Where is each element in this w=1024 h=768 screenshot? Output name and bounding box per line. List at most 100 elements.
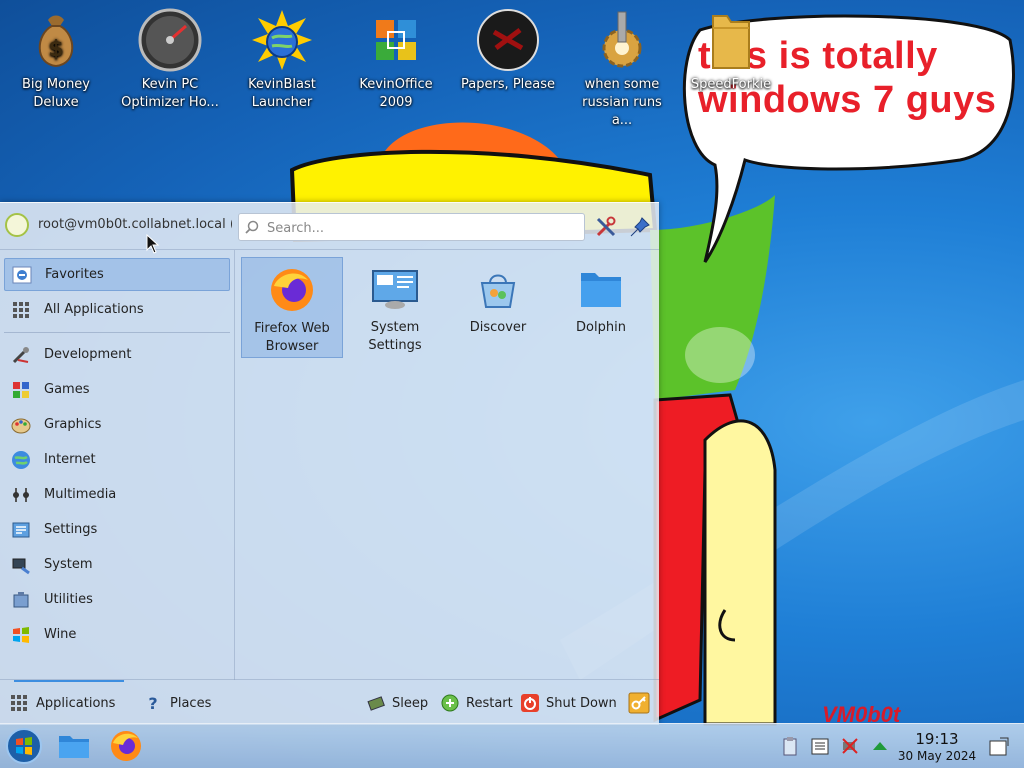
clock-time: 19:13 [915, 730, 959, 748]
tab-places[interactable]: ? Places [144, 680, 211, 726]
category-label: Favorites [45, 267, 104, 282]
user-name: root@vm0b0t.collabnet.local (... [38, 217, 232, 232]
chevron-up-icon[interactable] [870, 736, 890, 756]
graphics-icon [11, 418, 31, 433]
start-menu-icon[interactable] [6, 728, 42, 764]
taskbar: 19:13 30 May 2024 [0, 723, 1024, 768]
app-label: System Settings [368, 320, 422, 353]
desktop-icon-label: Big Money Deluxe [21, 77, 90, 110]
restart-button[interactable]: Restart [440, 692, 513, 714]
category-internet[interactable]: Internet [4, 443, 230, 476]
desktop-icon-label: SpeedForkie [690, 77, 772, 92]
category-label: All Applications [44, 302, 144, 317]
app-discover[interactable]: Discover [447, 257, 549, 358]
tab-label: Places [170, 695, 212, 711]
utilities-icon [13, 591, 29, 607]
category-label: Internet [44, 452, 96, 467]
svg-text:?: ? [148, 694, 157, 712]
category-label: Graphics [44, 417, 102, 432]
grid-icon [11, 695, 27, 711]
desktop-icon-label: Papers, Please [460, 77, 556, 92]
category-label: Multimedia [44, 487, 117, 502]
desktop-icon-big-money[interactable]: $ Big Money Deluxe [4, 8, 108, 112]
category-utilities[interactable]: Utilities [4, 583, 230, 616]
papers-please-icon [477, 9, 539, 71]
tab-label: Applications [36, 695, 116, 711]
file-manager-icon[interactable] [56, 728, 92, 764]
network-disconnected-icon[interactable] [840, 736, 860, 756]
search-input[interactable] [265, 217, 579, 239]
category-settings[interactable]: Settings [4, 513, 230, 546]
app-dolphin[interactable]: Dolphin [550, 257, 652, 358]
notes-icon[interactable] [810, 736, 830, 756]
search-box[interactable] [238, 213, 585, 241]
configure-icon[interactable] [594, 215, 618, 239]
desktop-icon-russian-runs[interactable]: when some russian runs a... [570, 8, 674, 130]
clipboard-icon[interactable] [780, 736, 800, 756]
desktop-icon-label: Kevin PC Optimizer Ho... [121, 77, 219, 110]
desktop-icon-label: KevinBlast Launcher [248, 77, 316, 110]
desktop-icon-speedforkie[interactable]: SpeedForkie [676, 8, 786, 94]
category-graphics[interactable]: Graphics [4, 408, 230, 441]
desktop-icon-kevinoffice[interactable]: KevinOffice 2009 [344, 8, 448, 112]
money-bag-icon: $ [38, 15, 74, 68]
category-label: System [44, 557, 93, 572]
folder-icon [712, 15, 750, 69]
desktop-icon-papers-please[interactable]: Papers, Please [456, 8, 560, 94]
firefox-icon [271, 269, 313, 311]
system-settings-icon [372, 270, 418, 309]
avatar[interactable] [5, 213, 29, 237]
development-icon [12, 346, 29, 363]
category-label: Wine [44, 627, 77, 642]
category-label: Utilities [44, 592, 93, 607]
show-desktop-icon[interactable] [988, 736, 1010, 758]
category-development[interactable]: Development [4, 338, 230, 371]
svg-text:$: $ [48, 37, 63, 62]
sleep-icon [367, 696, 385, 711]
category-list: Favorites All Applications Development G… [0, 250, 235, 680]
star-icon [12, 266, 32, 283]
shutdown-button[interactable]: Shut Down [520, 692, 617, 714]
games-icon [13, 381, 29, 398]
category-label: Games [44, 382, 90, 397]
category-favorites[interactable]: Favorites [4, 258, 230, 291]
category-all-applications[interactable]: All Applications [4, 293, 230, 326]
category-games[interactable]: Games [4, 373, 230, 406]
app-firefox[interactable]: Firefox Web Browser [241, 257, 343, 358]
launcher-header: root@vm0b0t.collabnet.local (... [0, 203, 659, 250]
app-system-settings[interactable]: System Settings [344, 257, 446, 358]
shutdown-label: Shut Down [546, 695, 617, 711]
app-label: Firefox Web Browser [254, 321, 330, 354]
launcher-footer: Applications ? Places Sleep Restart Shut… [0, 679, 659, 726]
dolphin-folder-icon [581, 273, 621, 307]
favorites-grid: Firefox Web Browser System Settings Disc… [235, 250, 659, 680]
wine-icon [13, 626, 29, 643]
category-label: Settings [44, 522, 98, 537]
category-separator [4, 332, 230, 333]
restart-icon [441, 694, 459, 712]
mouse-cursor-icon [146, 234, 160, 254]
category-label: Development [44, 347, 132, 362]
blast-globe-icon [252, 10, 312, 70]
settings-icon [12, 522, 30, 537]
sleep-button[interactable]: Sleep [366, 692, 428, 714]
app-label: Dolphin [576, 320, 626, 335]
app-label: Discover [469, 320, 527, 335]
clock[interactable]: 19:13 30 May 2024 [896, 730, 978, 764]
tab-applications[interactable]: Applications [10, 680, 125, 726]
restart-label: Restart [466, 695, 513, 711]
firefox-taskbar-icon[interactable] [108, 728, 144, 764]
lock-key-icon[interactable] [628, 692, 650, 714]
desktop-icon-label: when some russian runs a... [582, 77, 662, 128]
sleep-label: Sleep [392, 695, 429, 711]
category-wine[interactable]: Wine [4, 618, 230, 651]
category-system[interactable]: System [4, 548, 230, 581]
application-launcher-menu: root@vm0b0t.collabnet.local (... Favorit… [0, 202, 659, 725]
search-icon [245, 220, 259, 234]
desktop-icon-kevinblast[interactable]: KevinBlast Launcher [230, 8, 334, 112]
category-multimedia[interactable]: Multimedia [4, 478, 230, 511]
clock-date: 30 May 2024 [897, 749, 977, 763]
gear-icon [602, 11, 642, 68]
pin-icon[interactable] [628, 215, 652, 239]
desktop-icon-kevin-pc-optimizer[interactable]: Kevin PC Optimizer Ho... [118, 8, 222, 112]
